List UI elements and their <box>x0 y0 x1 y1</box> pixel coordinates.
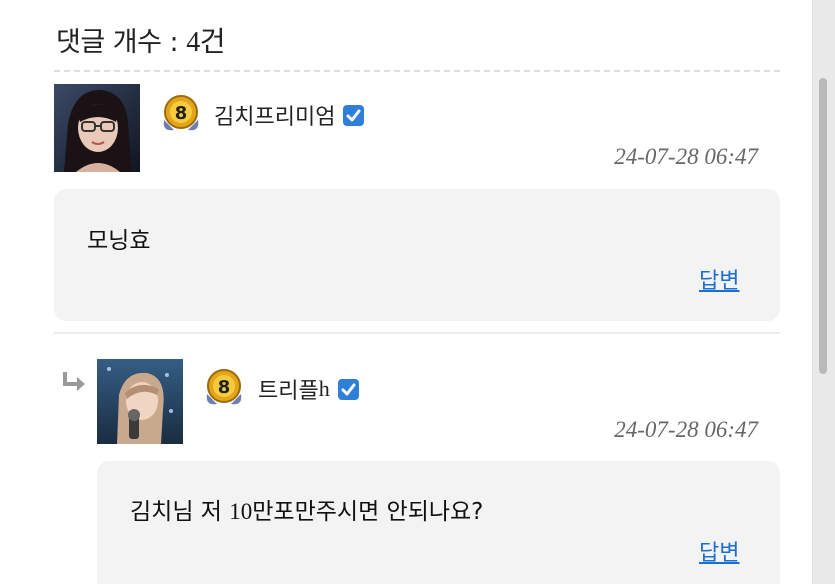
avatar-image[interactable] <box>97 359 183 444</box>
verified-check-icon <box>343 104 365 126</box>
scrollbar-thumb[interactable] <box>819 78 827 374</box>
comment-count: 댓글 개수 : 4건 <box>56 20 225 60</box>
comment-body: 모닝효 <box>87 228 151 254</box>
verified-check-icon <box>337 378 359 400</box>
badge-level-text: 8 <box>175 103 188 124</box>
header-divider <box>54 70 780 72</box>
author-name-suffix[interactable]: h <box>319 376 330 402</box>
comment-count-label: 댓글 개수 : <box>56 27 187 58</box>
badge-level-text: 8 <box>218 377 231 398</box>
comment-author[interactable]: 트리플 h <box>258 373 359 405</box>
reply-arrow-icon <box>63 372 85 391</box>
comment-date: 24-07-28 06:47 <box>614 417 758 442</box>
avatar-image[interactable] <box>54 84 140 172</box>
reply-button[interactable]: 답변 <box>699 263 739 295</box>
comment-bubble <box>54 189 780 321</box>
comment-count-value: 4건 <box>186 27 225 58</box>
comment-author[interactable]: 김치프리미엄 <box>214 99 365 131</box>
reply-button[interactable]: 답변 <box>699 535 739 567</box>
author-name[interactable]: 김치프리미엄 <box>214 99 335 131</box>
comment-separator <box>54 332 780 334</box>
comment-body-part: 만포만주시면 안되나요? <box>252 499 484 525</box>
comment-date: 24-07-28 06:47 <box>614 144 758 169</box>
level-badge-icon: 8 <box>206 369 242 405</box>
comment-body-part: 김치님 저 <box>130 499 230 525</box>
author-name[interactable]: 트리플 <box>258 373 319 405</box>
comment-panel: 댓글 개수 : 4건 8 김치프리미엄 24-07-28 06:47 모닝효 답… <box>0 0 813 584</box>
comment-body-number: 10 <box>229 499 253 524</box>
level-badge-icon: 8 <box>163 95 199 131</box>
comment-body: 김치님 저 10만포만주시면 안되나요? <box>130 492 483 526</box>
